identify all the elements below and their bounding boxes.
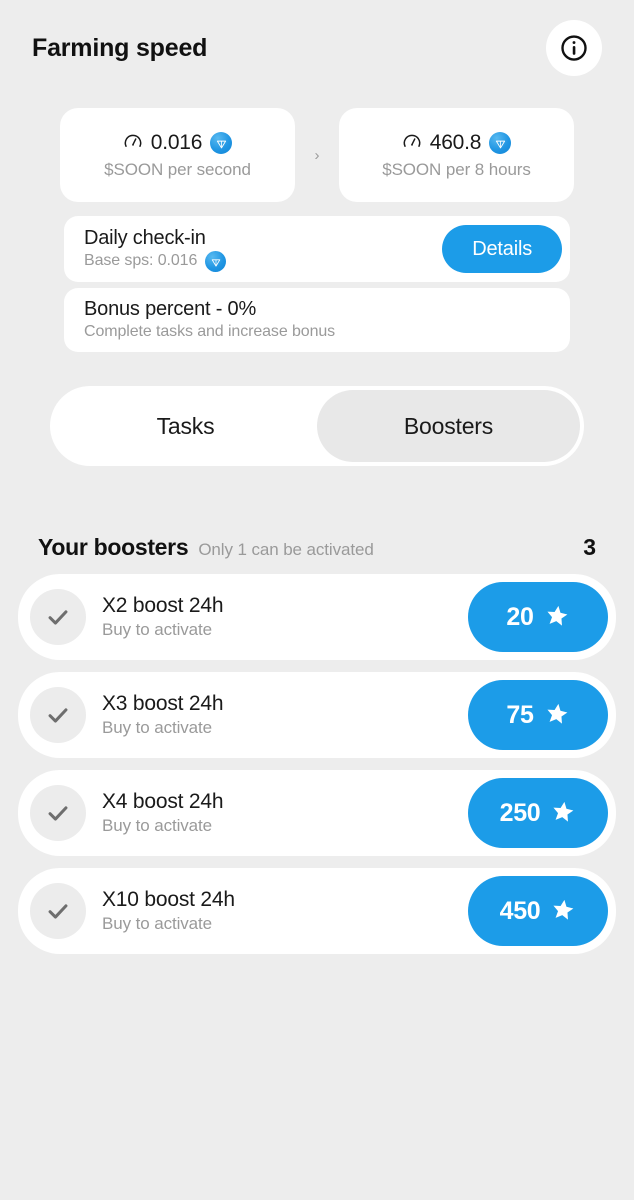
speed-label: $SOON per second: [104, 159, 251, 179]
booster-subtitle: Buy to activate: [102, 620, 213, 640]
booster-subtitle: Buy to activate: [102, 816, 213, 836]
star-icon: [550, 799, 576, 828]
booster-title: X2 boost 24h: [102, 593, 224, 617]
bonus-percent-text: Bonus percent - 0% Complete tasks and in…: [84, 297, 335, 343]
star-icon: [550, 897, 576, 926]
speedometer-icon: [402, 131, 422, 156]
list-item[interactable]: X4 boost 24h Buy to activate 250: [18, 770, 616, 856]
tab-tasks[interactable]: Tasks: [54, 390, 317, 462]
tabs-container: Tasks Boosters: [0, 386, 634, 466]
booster-text: X3 boost 24h Buy to activate: [102, 691, 452, 739]
booster-text: X2 boost 24h Buy to activate: [102, 593, 452, 641]
speed-card-value-row: 0.016: [123, 131, 233, 156]
buy-booster-button[interactable]: 250: [468, 778, 608, 848]
speed-card-value-row: 460.8: [402, 131, 512, 156]
info-circle-icon: [559, 33, 589, 63]
boosters-count: 3: [583, 534, 596, 560]
booster-subtitle: Buy to activate: [102, 718, 213, 738]
bonus-percent-subtitle: Complete tasks and increase bonus: [84, 323, 336, 341]
star-icon: [544, 701, 570, 730]
speedometer-icon: [123, 131, 143, 156]
bonus-percent-title: Bonus percent - 0%: [84, 298, 257, 321]
tabs: Tasks Boosters: [50, 386, 584, 466]
tab-boosters[interactable]: Boosters: [317, 390, 580, 462]
check-icon: [30, 785, 86, 841]
daily-checkin-title: Daily check-in: [84, 227, 206, 249]
booster-price: 450: [499, 896, 541, 925]
buy-booster-button[interactable]: 450: [468, 876, 608, 946]
star-icon: [544, 603, 570, 632]
list-item[interactable]: X2 boost 24h Buy to activate 20: [18, 574, 616, 660]
check-icon: [30, 687, 86, 743]
list-item[interactable]: X3 boost 24h Buy to activate 75: [18, 672, 616, 758]
section-title: Your boosters: [38, 534, 189, 560]
booster-title: X4 boost 24h: [102, 789, 224, 813]
booster-text: X4 boost 24h Buy to activate: [102, 789, 452, 837]
ton-coin-icon: [489, 132, 512, 154]
booster-subtitle: Buy to activate: [102, 914, 213, 934]
boosters-section-header: Your boosters Only 1 can be activated 3: [0, 534, 634, 561]
farming-speed-screen: Farming speed 0.016 $SOON per second › 4…: [0, 0, 634, 1200]
check-icon: [30, 589, 86, 645]
booster-price: 20: [506, 602, 534, 631]
check-icon: [30, 883, 86, 939]
ton-coin-icon: [205, 251, 227, 272]
info-cards-list: Daily check-in Base sps: 0.016 Details B…: [0, 216, 634, 352]
section-note: Only 1 can be activated: [198, 540, 374, 559]
list-item[interactable]: X10 boost 24h Buy to activate 450: [18, 868, 616, 954]
daily-checkin-subtitle: Base sps: 0.016: [84, 252, 198, 270]
boosters-section-header-left: Your boosters Only 1 can be activated: [38, 534, 374, 561]
daily-checkin-card[interactable]: Daily check-in Base sps: 0.016 Details: [64, 216, 570, 282]
ton-coin-icon: [210, 132, 233, 154]
speed-cards-row: 0.016 $SOON per second › 460.8 $SOON per…: [0, 108, 634, 202]
speed-card-per-8-hours[interactable]: 460.8 $SOON per 8 hours: [339, 108, 574, 202]
booster-list: X2 boost 24h Buy to activate 20 X3 boost: [0, 574, 634, 954]
daily-checkin-subtitle-row: Base sps: 0.016: [84, 251, 227, 272]
speed-label: $SOON per 8 hours: [382, 159, 531, 179]
bonus-percent-card[interactable]: Bonus percent - 0% Complete tasks and in…: [64, 288, 570, 352]
chevron-right-icon: ›: [314, 146, 320, 164]
header: Farming speed: [0, 20, 634, 76]
info-button[interactable]: [546, 20, 602, 76]
booster-price: 75: [506, 700, 534, 729]
page-title: Farming speed: [32, 33, 208, 62]
booster-price: 250: [499, 798, 541, 827]
speed-value: 0.016: [150, 131, 203, 154]
buy-booster-button[interactable]: 20: [468, 582, 608, 652]
booster-title: X3 boost 24h: [102, 691, 224, 715]
buy-booster-button[interactable]: 75: [468, 680, 608, 750]
speed-card-per-second[interactable]: 0.016 $SOON per second: [60, 108, 295, 202]
daily-checkin-text: Daily check-in Base sps: 0.016: [84, 226, 227, 272]
booster-title: X10 boost 24h: [102, 887, 235, 911]
details-button[interactable]: Details: [442, 225, 562, 273]
speed-value: 460.8: [429, 131, 482, 154]
booster-text: X10 boost 24h Buy to activate: [102, 887, 452, 935]
